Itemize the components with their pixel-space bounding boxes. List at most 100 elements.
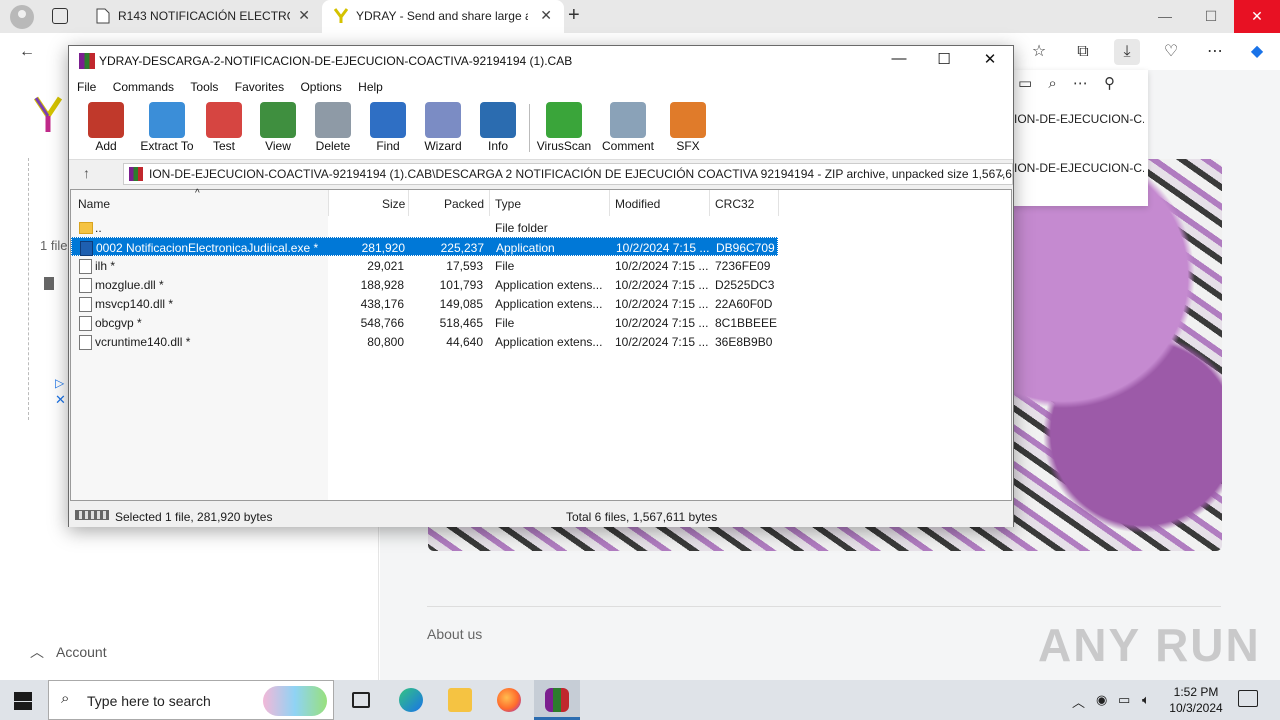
sfx-icon (670, 102, 706, 138)
table-row[interactable]: msvcp140.dll * 438,176 149,085 Application … (71, 294, 1011, 313)
tool-wizard-button[interactable]: Wizard (413, 100, 473, 153)
collections-icon[interactable]: ⧉ (1070, 39, 1096, 65)
cell-size: 548,766 (360, 316, 404, 330)
table-row[interactable]: 0002 NotificacionElectronicaJudiical.exe… (71, 237, 778, 256)
col-crc32[interactable]: CRC32 (715, 197, 754, 211)
upload-frame (28, 158, 30, 420)
time: 1:52 PM (1173, 685, 1219, 699)
about-us-link[interactable]: About us (427, 626, 482, 642)
clock[interactable]: 1:52 PM 10/3/2024 (1166, 684, 1226, 716)
col-size[interactable]: Size (382, 197, 405, 211)
tool-label: Add (95, 139, 117, 153)
menu-commands[interactable]: Commands (113, 76, 174, 98)
menu-tools[interactable]: Tools (190, 76, 218, 98)
toolbar: Add Extract To Test View Delete Find Wizard Inf… (69, 98, 1013, 160)
column-separator (489, 190, 490, 216)
tool-find-button[interactable]: Find (358, 100, 418, 153)
download-item[interactable]: ION-DE-EJECUCION-C... (1014, 112, 1144, 126)
col-name[interactable]: Name (78, 197, 110, 211)
winrar-titlebar[interactable]: YDRAY-DESCARGA-2-NOTIFICACION-DE-EJECUCI… (69, 46, 1013, 76)
tool-comment-button[interactable]: Comment (598, 100, 658, 153)
tool-extract-to-button[interactable]: Extract To (137, 100, 197, 153)
close-tab-icon[interactable]: ✕ (298, 7, 310, 24)
notification-icon[interactable] (1238, 690, 1258, 707)
path-text: ION-DE-EJECUCION-COACTIVA-92194194 (1).C… (149, 167, 1013, 181)
file-count: 1 file (40, 238, 68, 253)
menu-bar: File Commands Tools Favorites Options He… (69, 76, 1013, 98)
tab-label: YDRAY - Send and share large and (356, 9, 528, 23)
table-row[interactable]: .. File folder (71, 218, 1011, 237)
table-row[interactable]: ilh * 29,021 17,593 File 10/2/2024 7:15 ... 7… (71, 256, 1011, 275)
volume-icon[interactable]: 🔈︎ (1142, 692, 1150, 708)
tab-ydray[interactable]: YDRAY - Send and share large and ✕ (322, 0, 564, 33)
tab-actions-icon[interactable] (52, 8, 68, 24)
edge-icon[interactable] (388, 680, 434, 720)
table-row[interactable]: vcruntime140.dll * 80,800 44,640 Applicatio… (71, 332, 1011, 351)
column-separator (408, 190, 409, 216)
cell-modified: 10/2/2024 7:15 ... (615, 278, 709, 292)
windows-start-icon[interactable] (14, 692, 32, 710)
winrar-taskbar-icon[interactable] (534, 680, 580, 720)
tool-view-button[interactable]: View (248, 100, 308, 153)
col-packed[interactable]: Packed (444, 197, 484, 211)
more-icon[interactable]: ⋯ (1202, 39, 1228, 65)
tool-add-button[interactable]: Add (76, 100, 136, 153)
minimize-button[interactable]: — (884, 50, 914, 67)
tool-sfx-button[interactable]: SFX (658, 100, 718, 153)
col-modified[interactable]: Modified (615, 197, 660, 211)
taskbar-search[interactable]: ⌕ Type here to search (48, 680, 334, 720)
table-row[interactable]: mozglue.dll * 188,928 101,793 Application e… (71, 275, 1011, 294)
ydray-logo-icon (334, 8, 348, 23)
back-icon[interactable]: ← (14, 39, 40, 65)
network-icon[interactable]: ▭ (1118, 692, 1130, 708)
meet-icon[interactable]: ◉ (1096, 692, 1107, 708)
ad-close-icon[interactable]: ✕ (55, 392, 66, 408)
ad-choices-icon[interactable]: ▷ (55, 376, 64, 390)
profile-icon[interactable] (10, 5, 34, 29)
sort-up-icon: ^ (195, 188, 200, 199)
menu-options[interactable]: Options (300, 76, 341, 98)
col-type[interactable]: Type (495, 197, 521, 211)
up-folder-icon[interactable]: ↑ (83, 165, 90, 181)
cell-crc: 7236FE09 (715, 259, 771, 273)
tool-delete-button[interactable]: Delete (303, 100, 363, 153)
close-button[interactable]: ✕ (975, 50, 1005, 68)
cell-name: vcruntime140.dll * (95, 335, 191, 349)
tool-label: Comment (601, 139, 654, 153)
download-item[interactable]: ION-DE-EJECUCION-C... (1014, 161, 1144, 175)
tool-label: Delete (315, 139, 351, 153)
tool-virusscan-button[interactable]: VirusScan (534, 100, 594, 153)
find-icon (370, 102, 406, 138)
menu-file[interactable]: File (77, 76, 96, 98)
tool-test-button[interactable]: Test (194, 100, 254, 153)
new-tab-button[interactable]: + (568, 4, 580, 27)
close-window-button[interactable]: ✕ (1234, 0, 1280, 33)
chevron-down-icon[interactable]: ⌄ (996, 166, 1006, 180)
downloads-panel-icons[interactable]: ▭ ⌕ ⋯ ⚲ (1018, 74, 1115, 92)
info-icon (480, 102, 516, 138)
downloads-icon[interactable]: ⤓ (1114, 39, 1140, 65)
firefox-icon[interactable] (486, 680, 532, 720)
tab-notificacion[interactable]: R143 NOTIFICACIÓN ELECTRÓNICA ✕ (84, 0, 322, 33)
minimize-button[interactable]: — (1142, 0, 1188, 33)
path-field[interactable]: ION-DE-EJECUCION-COACTIVA-92194194 (1).C… (123, 163, 1013, 185)
copilot-icon[interactable]: ◆ (1244, 39, 1270, 65)
favorites-icon[interactable]: ☆ (1026, 39, 1052, 65)
maximize-button[interactable]: ☐ (1188, 0, 1234, 33)
exe-icon (80, 241, 93, 256)
menu-help[interactable]: Help (358, 76, 383, 98)
menu-favorites[interactable]: Favorites (235, 76, 284, 98)
tool-info-button[interactable]: Info (468, 100, 528, 153)
file-explorer-icon[interactable] (437, 680, 483, 720)
performance-icon[interactable]: ♡ (1158, 39, 1184, 65)
chevron-up-icon[interactable]: ︿ (1072, 692, 1085, 711)
close-tab-icon[interactable]: ✕ (540, 7, 552, 24)
task-view-icon[interactable] (338, 680, 384, 720)
maximize-button[interactable]: ☐ (929, 50, 959, 68)
cell-size: 438,176 (360, 297, 404, 311)
archive-icon (129, 167, 143, 181)
cell-size: 80,800 (367, 335, 404, 349)
toolbar-separator (529, 104, 530, 152)
account-toggle[interactable]: ︿ Account (30, 642, 107, 662)
table-row[interactable]: obcgvp * 548,766 518,465 File 10/2/2024 7:15… (71, 313, 1011, 332)
